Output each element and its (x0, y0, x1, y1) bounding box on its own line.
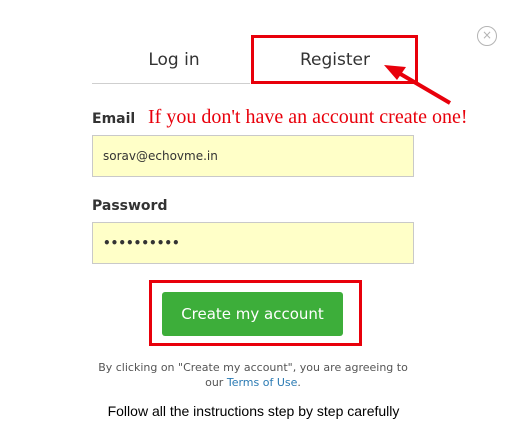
terms-of-use-link[interactable]: Terms of Use (227, 376, 298, 389)
email-field[interactable]: sorav@echovme.in (92, 135, 414, 177)
agreement-text-line2: our Terms of Use. (60, 376, 446, 389)
create-account-button[interactable]: Create my account (162, 292, 343, 336)
close-icon[interactable]: × (477, 26, 497, 46)
instructions-caption: Follow all the instructions step by step… (107, 403, 400, 419)
agreement-text: By clicking on "Create my account", you … (98, 361, 408, 374)
email-label: Email (92, 111, 136, 127)
agreement-prefix: our (205, 376, 227, 389)
annotation-text: If you don't have an account create one! (148, 106, 468, 128)
agreement-suffix: . (297, 376, 301, 389)
tab-login[interactable]: Log in (120, 50, 228, 70)
tab-divider (92, 83, 250, 84)
password-field[interactable]: •••••••••• (92, 222, 414, 264)
password-label: Password (92, 198, 168, 214)
